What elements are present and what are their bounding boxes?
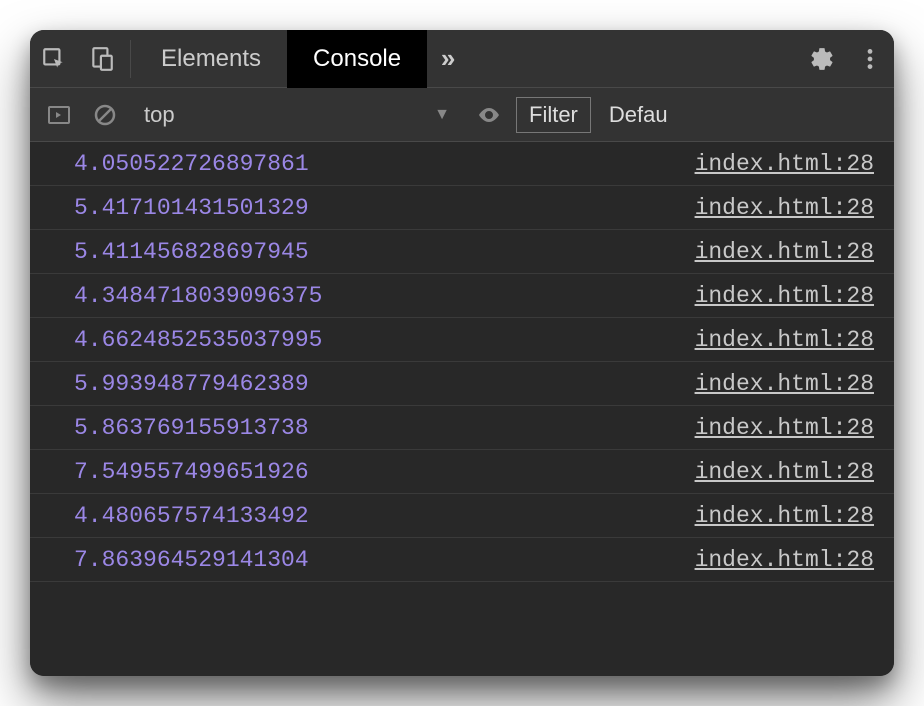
log-row: 7.549557499651926 index.html:28 <box>30 450 894 494</box>
execution-context-selector[interactable]: top ▼ <box>132 96 462 134</box>
log-source-link[interactable]: index.html:28 <box>695 547 874 573</box>
inspect-element-icon[interactable] <box>30 30 78 88</box>
log-source-link[interactable]: index.html:28 <box>695 503 874 529</box>
console-output: 4.050522726897861 index.html:28 5.417101… <box>30 142 894 676</box>
log-source-link[interactable]: index.html:28 <box>695 239 874 265</box>
log-value: 4.3484718039096375 <box>74 283 322 309</box>
log-value: 4.6624852535037995 <box>74 327 322 353</box>
log-row: 4.6624852535037995 index.html:28 <box>30 318 894 362</box>
log-value: 5.993948779462389 <box>74 371 309 397</box>
log-row: 4.480657574133492 index.html:28 <box>30 494 894 538</box>
log-row: 7.863964529141304 index.html:28 <box>30 538 894 582</box>
log-source-link[interactable]: index.html:28 <box>695 327 874 353</box>
log-source-link[interactable]: index.html:28 <box>695 195 874 221</box>
log-source-link[interactable]: index.html:28 <box>695 459 874 485</box>
clear-console-icon[interactable] <box>86 96 124 134</box>
log-source-link[interactable]: index.html:28 <box>695 371 874 397</box>
settings-gear-icon[interactable] <box>798 30 846 88</box>
log-row: 5.863769155913738 index.html:28 <box>30 406 894 450</box>
log-row: 5.993948779462389 index.html:28 <box>30 362 894 406</box>
log-row: 5.411456828697945 index.html:28 <box>30 230 894 274</box>
console-toolbar: top ▼ Filter Defau <box>30 88 894 142</box>
log-source-link[interactable]: index.html:28 <box>695 415 874 441</box>
log-row: 4.050522726897861 index.html:28 <box>30 142 894 186</box>
log-source-link[interactable]: index.html:28 <box>695 283 874 309</box>
log-value: 5.417101431501329 <box>74 195 309 221</box>
log-row: 5.417101431501329 index.html:28 <box>30 186 894 230</box>
separator <box>130 40 131 78</box>
log-value: 5.411456828697945 <box>74 239 309 265</box>
more-options-icon[interactable] <box>846 30 894 88</box>
tab-bar: Elements Console » <box>30 30 894 88</box>
devtools-window: Elements Console » <box>30 30 894 676</box>
context-label: top <box>144 102 175 128</box>
log-value: 4.050522726897861 <box>74 151 309 177</box>
log-value: 4.480657574133492 <box>74 503 309 529</box>
device-toggle-icon[interactable] <box>78 30 126 88</box>
log-row: 4.3484718039096375 index.html:28 <box>30 274 894 318</box>
chevron-down-icon: ▼ <box>434 106 450 124</box>
log-value: 7.863964529141304 <box>74 547 309 573</box>
sidebar-toggle-icon[interactable] <box>40 96 78 134</box>
log-level-selector[interactable]: Defau <box>599 102 668 128</box>
tab-overflow-button[interactable]: » <box>427 43 469 74</box>
filter-input[interactable]: Filter <box>516 97 591 133</box>
log-value: 5.863769155913738 <box>74 415 309 441</box>
log-value: 7.549557499651926 <box>74 459 309 485</box>
log-source-link[interactable]: index.html:28 <box>695 151 874 177</box>
tab-console[interactable]: Console <box>287 30 427 88</box>
live-expression-eye-icon[interactable] <box>470 96 508 134</box>
tab-elements[interactable]: Elements <box>135 30 287 88</box>
